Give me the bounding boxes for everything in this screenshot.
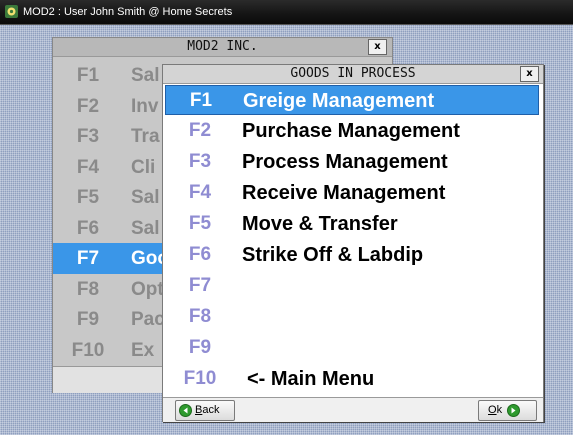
main-menu-header: MOD2 INC. x bbox=[53, 38, 392, 57]
main-menu-title: MOD2 INC. bbox=[187, 39, 258, 54]
menu-item-key: F7 bbox=[188, 275, 212, 296]
ok-button[interactable]: Ok bbox=[478, 400, 537, 421]
menu-item-f8[interactable]: F8 bbox=[165, 302, 539, 332]
main-menu-item-label: Tra bbox=[131, 126, 160, 147]
back-button-label: ack bbox=[202, 404, 220, 416]
forward-arrow-icon bbox=[507, 404, 520, 417]
main-menu-item-label: Sal bbox=[131, 65, 160, 86]
ok-button-label: k bbox=[496, 404, 503, 416]
menu-item-label: Receive Management bbox=[242, 182, 446, 204]
main-menu-item-f7[interactable]: F7 Goo bbox=[53, 243, 169, 274]
main-menu-item-key: F3 bbox=[76, 126, 100, 147]
main-menu-item-key: F10 bbox=[71, 339, 105, 361]
menu-item-key: F1 bbox=[189, 90, 213, 111]
menu-item-label: Greige Management bbox=[243, 90, 435, 112]
menu-item-f7[interactable]: F7 bbox=[165, 271, 539, 301]
goods-in-process-window: GOODS IN PROCESS x F1 Greige Management F2… bbox=[162, 64, 544, 422]
main-menu-close-button[interactable]: x bbox=[368, 39, 387, 55]
menu-item-f3[interactable]: F3 Process Management bbox=[165, 147, 539, 177]
goods-in-process-title: GOODS IN PROCESS bbox=[290, 66, 416, 81]
main-menu-item-key: F7 bbox=[76, 248, 100, 269]
window-title: MOD2 : User John Smith @ Home Secrets bbox=[23, 6, 233, 18]
menu-item-f2[interactable]: F2 Purchase Management bbox=[165, 116, 539, 146]
main-menu-item-key: F9 bbox=[76, 309, 100, 330]
menu-item-f9[interactable]: F9 bbox=[165, 333, 539, 363]
menu-item-label: Move & Transfer bbox=[242, 213, 398, 235]
main-menu-item-label: Inv bbox=[131, 95, 159, 117]
menu-item-label: Strike Off & Labdip bbox=[242, 244, 424, 266]
menu-item-key: F2 bbox=[188, 120, 212, 141]
main-menu-item-label: Cli bbox=[131, 156, 156, 178]
goods-in-process-close-button[interactable]: x bbox=[520, 66, 539, 82]
main-menu-item-label: Ex bbox=[131, 339, 155, 361]
main-menu-item-key: F6 bbox=[76, 217, 100, 239]
menu-item-label: Process Management bbox=[242, 151, 448, 173]
menu-item-key: F10 bbox=[183, 368, 217, 389]
main-menu-item-label: Sal bbox=[131, 217, 160, 239]
main-menu-item-label: Pac bbox=[131, 309, 165, 330]
main-menu-item-key: F5 bbox=[76, 187, 100, 208]
menu-item-f5[interactable]: F5 Move & Transfer bbox=[165, 209, 539, 239]
main-menu-item-label: Opt bbox=[131, 278, 164, 300]
menu-item-key: F8 bbox=[188, 306, 212, 327]
menu-item-f10[interactable]: F10 <- Main Menu bbox=[165, 364, 539, 394]
menu-item-key: F4 bbox=[188, 182, 212, 203]
main-menu-item-key: F4 bbox=[76, 156, 100, 178]
main-menu-item-label: Sal bbox=[131, 187, 160, 208]
back-button[interactable]: Back bbox=[175, 400, 235, 421]
goods-in-process-footer: Back Ok bbox=[163, 397, 543, 422]
menu-item-key: F5 bbox=[188, 213, 212, 234]
menu-item-f4[interactable]: F4 Receive Management bbox=[165, 178, 539, 208]
menu-item-f1[interactable]: F1 Greige Management bbox=[165, 85, 539, 115]
menu-item-key: F3 bbox=[188, 151, 212, 172]
main-menu-item-key: F1 bbox=[76, 65, 100, 86]
main-menu-item-key: F2 bbox=[76, 95, 100, 117]
back-arrow-icon bbox=[179, 404, 192, 417]
menu-item-label: <- Main Menu bbox=[247, 368, 375, 390]
ok-button-mnemonic: O bbox=[488, 404, 497, 416]
main-menu-item-key: F8 bbox=[76, 278, 100, 300]
menu-item-label: Purchase Management bbox=[242, 120, 460, 142]
app-icon bbox=[5, 5, 18, 18]
menu-item-key: F9 bbox=[188, 337, 212, 358]
goods-in-process-header: GOODS IN PROCESS x bbox=[163, 65, 543, 84]
menu-item-f6[interactable]: F6 Strike Off & Labdip bbox=[165, 240, 539, 270]
window-titlebar: MOD2 : User John Smith @ Home Secrets bbox=[0, 0, 573, 25]
menu-item-key: F6 bbox=[188, 244, 212, 265]
